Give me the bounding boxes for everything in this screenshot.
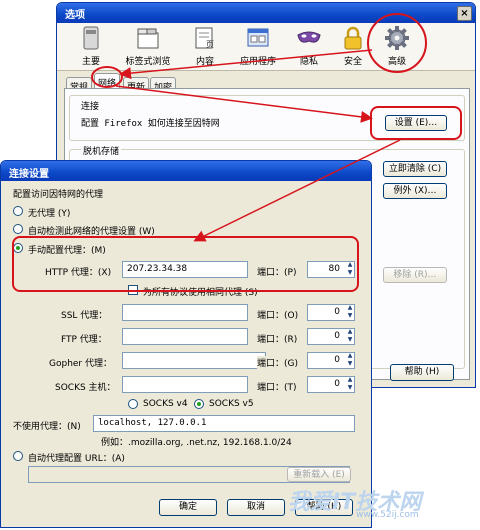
watermark-url: www.52ij.com: [356, 510, 419, 520]
arrow-settings-to-manual: [193, 139, 401, 242]
arrow-network-to-settings: [115, 85, 373, 123]
arrow-advanced-to-network: [119, 49, 373, 80]
annotation-arrows: [115, 49, 401, 242]
